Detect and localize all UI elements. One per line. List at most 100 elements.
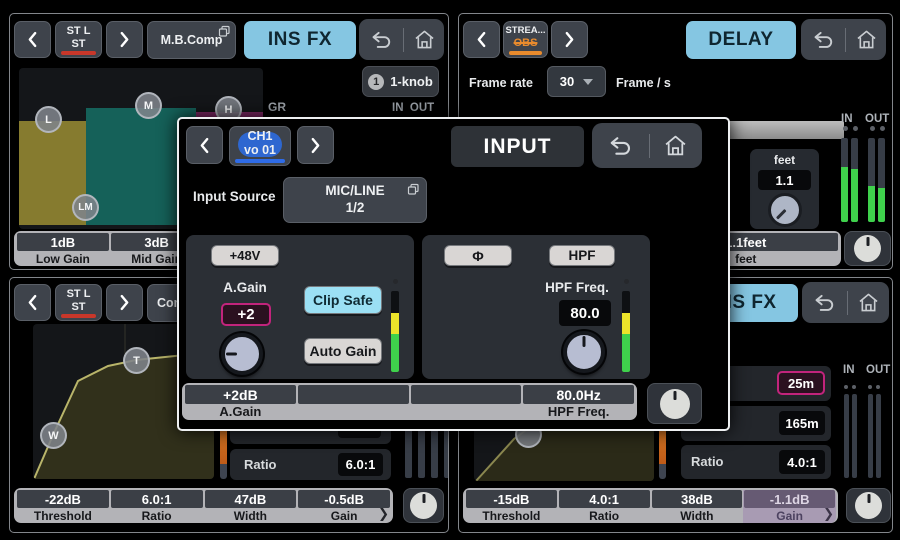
nav-box (359, 19, 444, 60)
home-icon[interactable] (858, 293, 879, 312)
width-knob-label: W (48, 430, 58, 442)
chevron-left-icon (476, 31, 487, 48)
ratio-value-box[interactable]: 4.0:1 (779, 450, 825, 474)
prev-channel-button[interactable] (463, 21, 500, 58)
feet-value-box[interactable]: 1.1 (758, 170, 811, 190)
undo-icon[interactable] (607, 136, 634, 155)
hpf-label: HPF (569, 248, 596, 263)
param-cell[interactable] (297, 385, 410, 420)
selected-param-value-box[interactable]: 25m (777, 371, 825, 395)
undo-icon[interactable] (811, 31, 836, 48)
dropdown-arrow-icon (583, 79, 593, 85)
feet-knob[interactable] (768, 193, 802, 227)
again-knob[interactable] (221, 333, 263, 375)
fx-library-button[interactable]: M.B.Comp (147, 21, 236, 59)
undo-icon[interactable] (812, 294, 837, 311)
prev-channel-button[interactable] (14, 21, 51, 58)
undo-icon[interactable] (369, 31, 394, 48)
knob-face (855, 492, 882, 519)
clip-safe-label: Clip Safe (313, 292, 373, 308)
param-cell[interactable]: -0.5dB Gain (297, 490, 391, 523)
channel-select-button[interactable]: CH1 vo 01 (229, 126, 291, 166)
mid-band-knob[interactable]: M (135, 92, 162, 119)
input-source-line1: MIC/LINE (325, 183, 384, 200)
touch-knob-button[interactable] (844, 231, 891, 266)
param-cell[interactable] (410, 385, 523, 420)
next-channel-button[interactable] (297, 126, 334, 164)
hpf-freq-knob[interactable] (563, 331, 605, 373)
frame-rate-dropdown[interactable]: 30 (547, 66, 606, 97)
peak-dot (868, 385, 872, 389)
channel-select-button[interactable]: ST L ST (55, 21, 102, 58)
param-cell[interactable]: +2dB A.Gain (184, 385, 297, 420)
param-label: Low Gain (16, 251, 110, 266)
again-label: A.Gain (211, 280, 279, 295)
param-cell[interactable]: 80.0Hz HPF Freq. (522, 385, 635, 420)
param-value: 4.0:1 (559, 490, 650, 508)
chevron-left-icon (27, 294, 38, 311)
peak-dot (852, 385, 856, 389)
low-band-knob-label: L (45, 114, 52, 126)
param-value-box[interactable]: 165m (779, 411, 825, 435)
param-cell[interactable]: 47dB Width (204, 490, 298, 523)
channel-name-line1: ST L (67, 25, 91, 37)
width-knob[interactable]: W (40, 422, 67, 449)
channel-color-bar (61, 51, 96, 55)
hpf-freq-value-box[interactable]: 80.0 (559, 300, 611, 326)
param-bottom-bar: -15dB Threshold 4.0:1 Ratio 38dB Width -… (463, 488, 838, 523)
auto-gain-button[interactable]: Auto Gain (304, 338, 382, 364)
channel-select-button[interactable]: ST L ST (55, 284, 102, 321)
home-icon[interactable] (414, 30, 435, 49)
home-icon[interactable] (856, 30, 877, 49)
touch-knob-button[interactable] (647, 383, 702, 424)
param-label: Ratio (110, 508, 204, 523)
param-cell[interactable]: -22dB Threshold (16, 490, 110, 523)
touch-knob-button[interactable] (403, 488, 444, 523)
next-channel-button[interactable] (106, 21, 143, 58)
param-bottom-bar: -22dB Threshold 6.0:1 Ratio 47dB Width -… (14, 488, 393, 523)
again-value: +2 (237, 306, 254, 323)
analog-gain-section: +48V A.Gain +2 Clip Safe Auto Gain (186, 235, 414, 379)
param-cell[interactable]: 4.0:1 Ratio (558, 490, 651, 523)
feet-label: feet (750, 153, 819, 167)
channel-select-button[interactable]: STREA... OBS (503, 21, 548, 58)
input-popup: CH1 vo 01 INPUT Input Source MIC/LINE 1/… (177, 117, 730, 431)
ratio-value: 4.0:1 (787, 455, 817, 470)
threshold-knob[interactable]: T (123, 347, 150, 374)
param-value: +2dB (185, 385, 296, 404)
input-source-button[interactable]: MIC/LINE 1/2 (283, 177, 427, 223)
phase-button[interactable]: Φ (444, 245, 512, 266)
high-band-knob-label: H (225, 104, 233, 116)
again-value-box[interactable]: +2 (221, 303, 271, 326)
hpf-button[interactable]: HPF (549, 245, 615, 266)
low-band-knob[interactable]: L (35, 106, 62, 133)
param-cell-selected[interactable]: -1.1dB Gain (743, 490, 836, 523)
param-label: A.Gain (184, 404, 297, 419)
low-mid-band-knob[interactable]: LM (72, 194, 99, 221)
touch-knob-button[interactable] (846, 488, 891, 523)
phantom-48v-button[interactable]: +48V (211, 245, 279, 266)
one-knob-button[interactable]: 1 1-knob (362, 66, 439, 97)
frame-rate-value: 30 (560, 74, 574, 89)
ratio-value-box[interactable]: 6.0:1 (338, 453, 383, 476)
meter-fill (878, 188, 885, 222)
ratio-label: Ratio (691, 454, 724, 469)
channel-color-bar (509, 51, 542, 55)
prev-channel-button[interactable] (14, 284, 51, 321)
param-cell[interactable]: -15dB Threshold (465, 490, 558, 523)
param-cell[interactable]: 1dB Low Gain (16, 233, 110, 266)
param-cell[interactable]: 6.0:1 Ratio (110, 490, 204, 523)
clip-safe-button[interactable]: Clip Safe (304, 286, 382, 314)
prev-channel-button[interactable] (186, 126, 223, 164)
one-knob-label: 1-knob (390, 74, 433, 89)
next-channel-button[interactable] (551, 21, 588, 58)
ratio-row: Ratio 4.0:1 (681, 445, 831, 479)
home-icon[interactable] (664, 135, 687, 156)
nav-divider (845, 28, 846, 52)
next-channel-button[interactable] (106, 284, 143, 321)
param-value (298, 385, 409, 404)
channel-color-bar (235, 159, 285, 163)
param-cell[interactable]: 38dB Width (651, 490, 744, 523)
meter-track (391, 291, 399, 372)
screen-title: DELAY (686, 21, 796, 59)
